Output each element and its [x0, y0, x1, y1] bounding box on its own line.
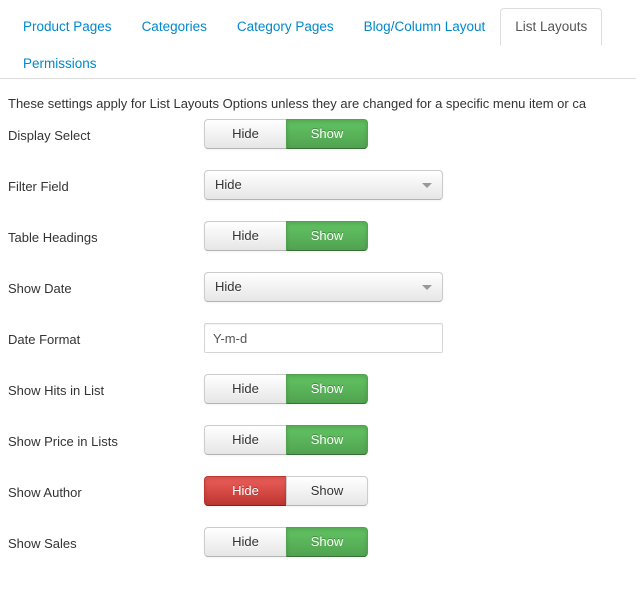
control-group-table-headings: Table Headings Hide Show: [0, 215, 636, 266]
tab-label[interactable]: Product Pages: [8, 8, 127, 46]
toggle-option-hide-table-headings[interactable]: Hide: [204, 221, 286, 251]
toggle-display-select[interactable]: Hide Show: [204, 119, 368, 149]
control-group-show-date: Show Date Hide: [0, 266, 636, 317]
controls-show-hits-in-list: Hide Show: [204, 374, 368, 404]
control-group-date-format: Date Format: [0, 317, 636, 368]
control-group-filter-field: Filter Field Hide: [0, 164, 636, 215]
toggle-option-show-table-headings[interactable]: Show: [286, 221, 368, 251]
toggle-option-hide-show-sales[interactable]: Hide: [204, 527, 286, 557]
label-show-author: Show Author: [8, 485, 82, 500]
control-group-show-hits-in-list: Show Hits in List Hide Show: [0, 368, 636, 419]
toggle-option-show-show-hits-in-list[interactable]: Show: [286, 374, 368, 404]
select-filter-field[interactable]: Hide: [204, 170, 443, 200]
controls-show-date: Hide: [204, 272, 443, 305]
toggle-option-hide-show-hits-in-list[interactable]: Hide: [204, 374, 286, 404]
toggle-show-author[interactable]: Hide Show: [204, 476, 368, 506]
control-group-show-sales: Show Sales Hide Show: [0, 521, 636, 572]
toggle-show-hits-in-list[interactable]: Hide Show: [204, 374, 368, 404]
label-show-date: Show Date: [8, 281, 72, 296]
tab-label[interactable]: Categories: [127, 8, 222, 46]
tab-product-pages[interactable]: Product Pages: [8, 8, 127, 46]
controls-filter-field: Hide: [204, 170, 443, 203]
label-filter-field: Filter Field: [8, 179, 69, 194]
toggle-option-show-show-sales[interactable]: Show: [286, 527, 368, 557]
settings-tab-bar: Product Pages Categories Category Pages Blo…: [0, 0, 636, 79]
select-show-date[interactable]: Hide: [204, 272, 443, 302]
tab-label[interactable]: List Layouts: [500, 8, 603, 46]
toggle-option-hide-display-select[interactable]: Hide: [204, 119, 286, 149]
label-date-format: Date Format: [8, 332, 81, 347]
select-wrap-filter-field: Hide: [204, 170, 443, 200]
label-table-headings: Table Headings: [8, 230, 98, 245]
controls-display-select: Hide Show: [204, 119, 368, 149]
toggle-show-price-in-lists[interactable]: Hide Show: [204, 425, 368, 455]
label-show-price-in-lists: Show Price in Lists: [8, 434, 118, 449]
controls-show-author: Hide Show: [204, 476, 368, 506]
tab-list-layouts[interactable]: List Layouts: [500, 8, 603, 46]
controls-date-format: [204, 323, 443, 353]
toggle-option-hide-show-author[interactable]: Hide: [204, 476, 286, 506]
toggle-table-headings[interactable]: Hide Show: [204, 221, 368, 251]
tab-categories[interactable]: Categories: [127, 8, 222, 46]
tab-permissions[interactable]: Permissions: [8, 45, 112, 83]
toggle-show-sales[interactable]: Hide Show: [204, 527, 368, 557]
tab-label[interactable]: Blog/Column Layout: [349, 8, 501, 46]
controls-table-headings: Hide Show: [204, 221, 368, 251]
toggle-option-show-show-price-in-lists[interactable]: Show: [286, 425, 368, 455]
controls-show-price-in-lists: Hide Show: [204, 425, 368, 455]
list-layouts-form: Display Select Hide Show Filter Field Hide Ta…: [0, 113, 636, 572]
label-show-hits-in-list: Show Hits in List: [8, 383, 105, 398]
tab-blog-column-layout[interactable]: Blog/Column Layout: [349, 8, 501, 46]
input-date-format[interactable]: [204, 323, 443, 353]
control-group-show-price-in-lists: Show Price in Lists Hide Show: [0, 419, 636, 470]
label-display-select: Display Select: [8, 128, 91, 143]
tab-category-pages[interactable]: Category Pages: [222, 8, 349, 46]
control-group-display-select: Display Select Hide Show: [0, 113, 636, 164]
controls-show-sales: Hide Show: [204, 527, 368, 557]
toggle-option-show-display-select[interactable]: Show: [286, 119, 368, 149]
tab-label[interactable]: Permissions: [8, 45, 112, 83]
control-group-show-author: Show Author Hide Show: [0, 470, 636, 521]
toggle-option-show-show-author[interactable]: Show: [286, 476, 368, 506]
toggle-option-hide-show-price-in-lists[interactable]: Hide: [204, 425, 286, 455]
tab-label[interactable]: Category Pages: [222, 8, 349, 46]
select-wrap-show-date: Hide: [204, 272, 443, 302]
settings-description: These settings apply for List Layouts Op…: [8, 96, 587, 111]
label-show-sales: Show Sales: [8, 536, 77, 551]
